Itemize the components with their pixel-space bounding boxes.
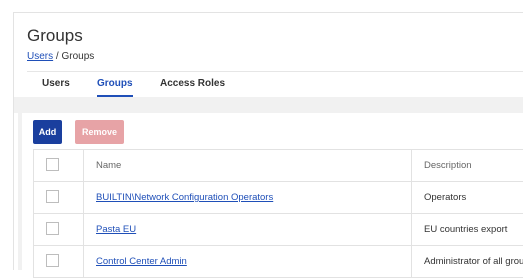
row-select-cell xyxy=(34,182,84,214)
add-button[interactable]: Add xyxy=(33,120,62,144)
row-select-cell xyxy=(34,214,84,246)
row-description-cell: Operators xyxy=(412,182,523,214)
tab-bar: Users Groups Access Roles xyxy=(27,71,523,100)
content-band xyxy=(14,97,523,113)
row-name-cell: BUILTIN\Network Configuration Operators xyxy=(84,182,412,214)
row-name-cell: Control Center Admin xyxy=(84,246,412,278)
breadcrumb-users-link[interactable]: Users xyxy=(27,51,53,62)
group-name-link[interactable]: BUILTIN\Network Configuration Operators xyxy=(96,192,273,203)
row-checkbox[interactable] xyxy=(46,190,59,203)
breadcrumb: Users / Groups xyxy=(27,51,94,62)
row-name-cell: Pasta EU xyxy=(84,214,412,246)
row-description-cell: Administrator of all groups xyxy=(412,246,523,278)
table-row: Pasta EU EU countries export xyxy=(34,214,523,246)
tab-groups[interactable]: Groups xyxy=(97,78,133,97)
group-name-link[interactable]: Pasta EU xyxy=(96,224,136,235)
tab-access-roles[interactable]: Access Roles xyxy=(160,78,225,95)
column-header-name[interactable]: Name xyxy=(84,150,412,182)
select-all-checkbox[interactable] xyxy=(46,158,59,171)
breadcrumb-current: Groups xyxy=(61,51,94,62)
row-checkbox[interactable] xyxy=(46,222,59,235)
breadcrumb-separator: / xyxy=(56,51,59,62)
remove-button[interactable]: Remove xyxy=(75,120,124,144)
table-header-row: Name Description xyxy=(34,150,523,182)
column-header-description[interactable]: Description xyxy=(412,150,523,182)
select-all-cell xyxy=(34,150,84,182)
row-select-cell xyxy=(34,246,84,278)
page-title: Groups xyxy=(27,25,83,47)
groups-page: Groups Users / Groups Users Groups Acces… xyxy=(13,12,523,270)
groups-table: Name Description BUILTIN\Network Configu… xyxy=(33,149,523,278)
row-checkbox[interactable] xyxy=(46,254,59,267)
row-description-cell: EU countries export xyxy=(412,214,523,246)
group-name-link[interactable]: Control Center Admin xyxy=(96,256,187,267)
table-row: BUILTIN\Network Configuration Operators … xyxy=(34,182,523,214)
table-row: Control Center Admin Administrator of al… xyxy=(34,246,523,278)
tab-users[interactable]: Users xyxy=(42,78,70,95)
